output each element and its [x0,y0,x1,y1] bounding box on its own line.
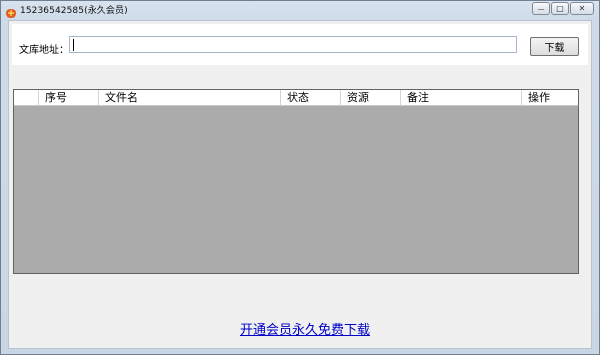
title-bar[interactable]: 15236542585(永久会员) — □ ✕ [1,1,599,19]
address-label: 文库地址： [19,45,69,56]
maximize-button[interactable]: □ [551,2,569,15]
app-icon [5,4,17,18]
column-header-status[interactable]: 状态 [281,90,341,105]
membership-link[interactable]: 开通会员永久免费下载 [240,319,370,338]
column-header-index[interactable]: 序号 [39,90,99,105]
column-header-select[interactable] [14,90,39,105]
column-header-action[interactable]: 操作 [522,90,578,105]
minimize-icon: — [537,4,545,13]
address-panel: 文库地址： 下载 [12,24,588,65]
column-header-source[interactable]: 资源 [341,90,401,105]
column-header-filename[interactable]: 文件名 [99,90,281,105]
table-header: 序号 文件名 状态 资源 备注 操作 [14,90,578,106]
window-title: 15236542585(永久会员) [20,6,128,16]
address-input[interactable] [69,36,517,53]
client-area: 文库地址： 下载 序号 文件名 状态 资源 备注 操作 开通会员永久免费下载 [8,20,592,349]
close-icon: ✕ [578,4,586,13]
maximize-icon: □ [556,4,564,13]
close-button[interactable]: ✕ [570,2,594,15]
text-caret [73,39,74,51]
app-window: 15236542585(永久会员) — □ ✕ 文库地址： 下载 序号 文件名 [0,0,600,355]
window-controls: — □ ✕ [531,2,594,15]
column-header-notes[interactable]: 备注 [401,90,522,105]
download-button[interactable]: 下载 [530,37,579,56]
minimize-button[interactable]: — [532,2,550,15]
file-table[interactable]: 序号 文件名 状态 资源 备注 操作 [13,89,579,274]
